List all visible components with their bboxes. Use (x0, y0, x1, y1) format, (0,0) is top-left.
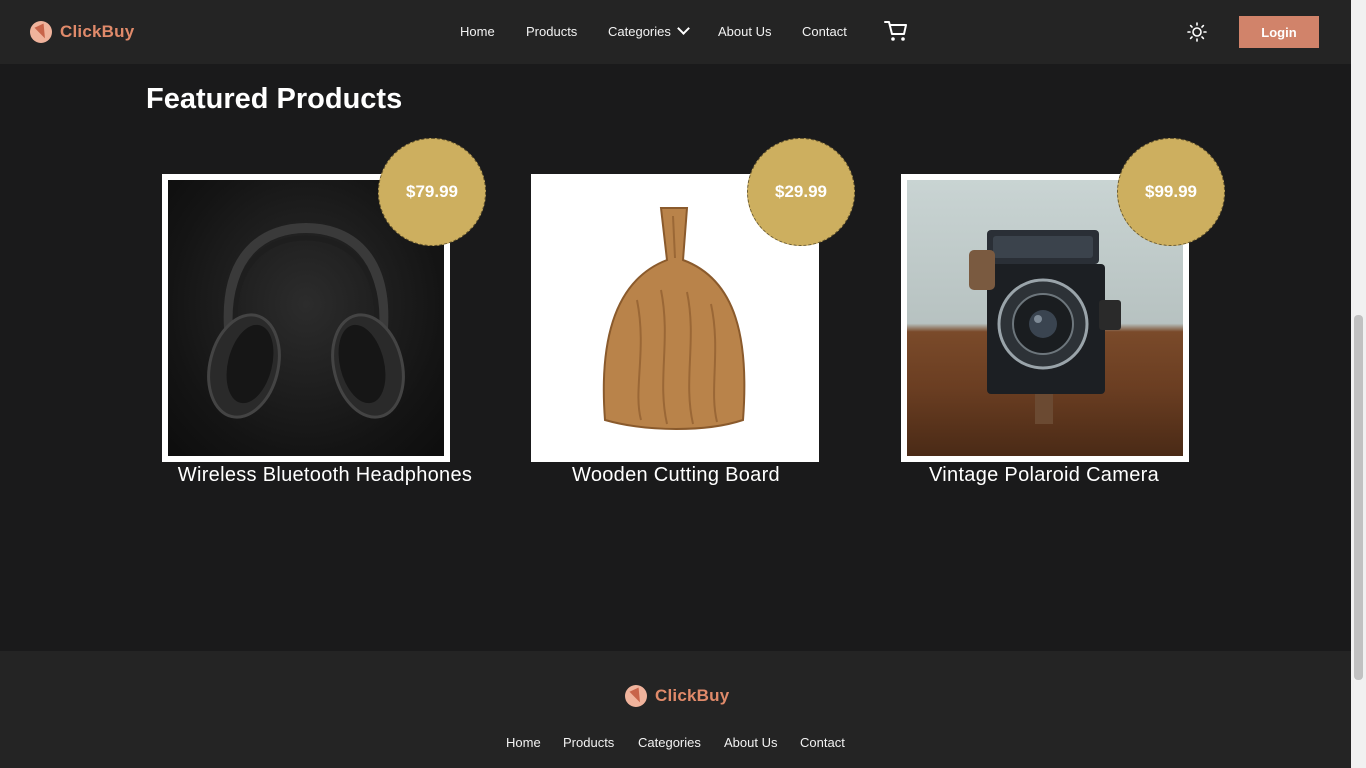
login-button[interactable]: Login (1239, 16, 1319, 48)
scrollbar-thumb[interactable] (1354, 315, 1363, 680)
footer-contact-link[interactable]: Contact (800, 735, 845, 750)
cursor-logo-icon (625, 685, 647, 707)
footer-brand-name: ClickBuy (655, 686, 730, 705)
page-scrollbar[interactable] (1351, 0, 1366, 768)
nav-contact-link[interactable]: Contact (802, 22, 847, 42)
nav-home-link[interactable]: Home (460, 22, 495, 42)
nav-products-link[interactable]: Products (526, 22, 577, 42)
footer-home-link[interactable]: Home (506, 735, 541, 750)
nav-categories-label: Categories (608, 24, 671, 39)
product-card-cutting-board[interactable]: $29.99 Wooden Cutting Board (515, 138, 885, 504)
price-badge: $79.99 (378, 138, 486, 246)
footer-brand-link[interactable]: ClickBuy (625, 685, 729, 707)
product-name[interactable]: Wireless Bluetooth Headphones (140, 464, 510, 487)
featured-products-heading: Featured Products (146, 83, 403, 115)
footer-products-link[interactable]: Products (563, 735, 614, 750)
footer-categories-link[interactable]: Categories (638, 735, 701, 750)
product-name[interactable]: Wooden Cutting Board (491, 464, 861, 487)
cart-icon[interactable] (884, 20, 908, 42)
price-badge: $99.99 (1117, 138, 1225, 246)
product-card-camera[interactable]: $99.99 Vintage Polaroid Camera (885, 138, 1255, 504)
nav-about-link[interactable]: About Us (718, 22, 771, 42)
footer-nav: Home Products Categories About Us Contac… (0, 735, 1351, 753)
site-footer: ClickBuy Home Products Categories About … (0, 651, 1351, 768)
sun-icon[interactable] (1187, 22, 1207, 42)
price-badge: $29.99 (747, 138, 855, 246)
nav-categories-dropdown[interactable]: Categories (608, 22, 690, 42)
product-name[interactable]: Vintage Polaroid Camera (859, 464, 1229, 487)
product-card-headphones[interactable]: $79.99 Wireless Bluetooth Headphones (146, 138, 516, 504)
main-nav: Home Products Categories About Us Contac… (0, 22, 1351, 42)
chevron-down-icon (677, 22, 690, 35)
top-navbar: ClickBuy Home Products Categories About … (0, 0, 1351, 64)
footer-about-link[interactable]: About Us (724, 735, 777, 750)
